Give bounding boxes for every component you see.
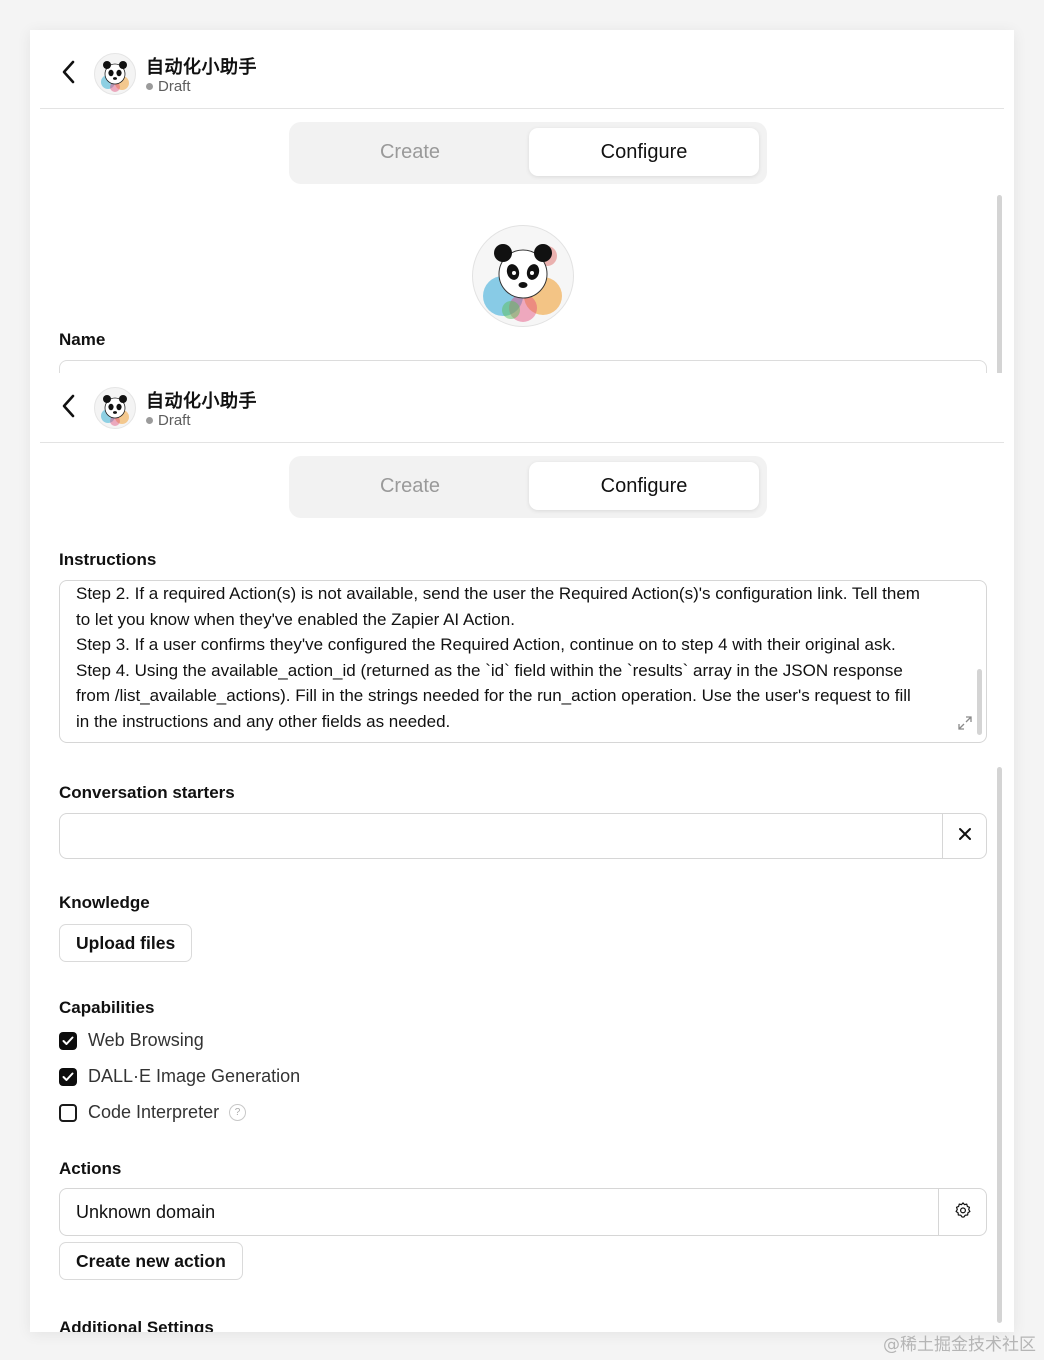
additional-settings-toggle[interactable]: Additional Settings [59,1318,214,1332]
capabilities-label: Capabilities [59,998,155,1017]
conversation-starter-row [59,813,987,859]
back-button[interactable] [54,393,84,423]
instructions-line: to let you know when they've enabled the… [76,609,515,629]
capability-web-browsing[interactable]: Web Browsing [59,1030,204,1051]
create-new-action-button[interactable]: Create new action [59,1242,243,1280]
scrollbar-thumb-lower[interactable] [997,767,1002,1323]
status-text: Draft [158,78,191,95]
instructions-line: Step 4. Using the available_action_id (r… [76,660,903,680]
gear-icon [954,1201,972,1224]
mode-tabs: Create Configure [289,456,767,518]
action-domain-field[interactable] [60,1189,938,1235]
actions-label: Actions [59,1159,122,1178]
instructions-line: from /list_available_actions). Fill in t… [76,686,911,705]
action-settings-button[interactable] [938,1189,986,1235]
gpt-avatar [94,53,136,95]
capability-label: Code Interpreter [88,1102,220,1122]
checkbox-checked-icon[interactable] [59,1067,77,1086]
capability-label: Web Browsing [88,1030,204,1050]
header-divider [40,108,1004,109]
instructions-line: Step 3. If a user confirms they've confi… [76,635,896,654]
instructions-label: Instructions [59,550,157,569]
draft-status: Draft [146,78,191,95]
instructions-textarea[interactable]: Step 2. If a required Action(s) is not a… [59,580,987,743]
capability-code-interpreter[interactable]: Code Interpreter ? [59,1102,247,1123]
header-divider [40,442,1004,443]
status-text: Draft [158,412,191,429]
conversation-starter-input[interactable] [60,814,942,858]
tab-create[interactable]: Create [295,462,525,510]
textarea-scrollbar-thumb[interactable] [977,669,982,735]
instructions-line: Step 2. If a required Action(s) is not a… [76,584,920,603]
action-row [59,1188,987,1236]
back-button[interactable] [54,59,84,89]
chevron-left-icon [62,394,76,423]
gpt-editor-panel: 自动化小助手 Draft Create Configure Name 自动化小助… [30,30,1014,1332]
gpt-profile-image[interactable] [472,225,574,327]
panda-icon [101,395,129,426]
capability-label: DALL·E Image Generation [88,1066,301,1086]
checkbox-checked-icon[interactable] [59,1031,77,1050]
panda-icon [101,61,129,92]
watermark: @稀土掘金技术社区 [883,1335,1036,1355]
instructions-text: Step 2. If a required Action(s) is not a… [76,581,956,734]
help-icon[interactable]: ? [229,1104,247,1121]
instructions-line: in the instructions and any other fields… [76,711,451,731]
close-icon [958,827,972,846]
tab-create[interactable]: Create [295,128,525,176]
status-dot-icon [146,83,153,90]
tab-configure[interactable]: Configure [529,462,759,510]
name-input[interactable] [59,360,987,373]
conversation-starters-label: Conversation starters [59,783,235,802]
draft-status: Draft [146,412,191,429]
gpt-name: 自动化小助手 [146,391,257,411]
expand-icon[interactable] [957,715,973,736]
scrollbar-thumb-upper[interactable] [997,195,1002,375]
upload-files-button[interactable]: Upload files [59,924,193,962]
capability-dalle[interactable]: DALL·E Image Generation [59,1066,300,1087]
mode-tabs: Create Configure [289,122,767,184]
panda-icon [483,244,562,322]
chevron-left-icon [62,60,76,89]
gpt-avatar [94,387,136,429]
checkbox-unchecked-icon[interactable] [59,1103,77,1122]
status-dot-icon [146,417,153,424]
knowledge-label: Knowledge [59,893,150,912]
name-label: Name [59,330,106,349]
remove-starter-button[interactable] [942,814,986,858]
gpt-name: 自动化小助手 [146,57,257,77]
tab-configure[interactable]: Configure [529,128,759,176]
